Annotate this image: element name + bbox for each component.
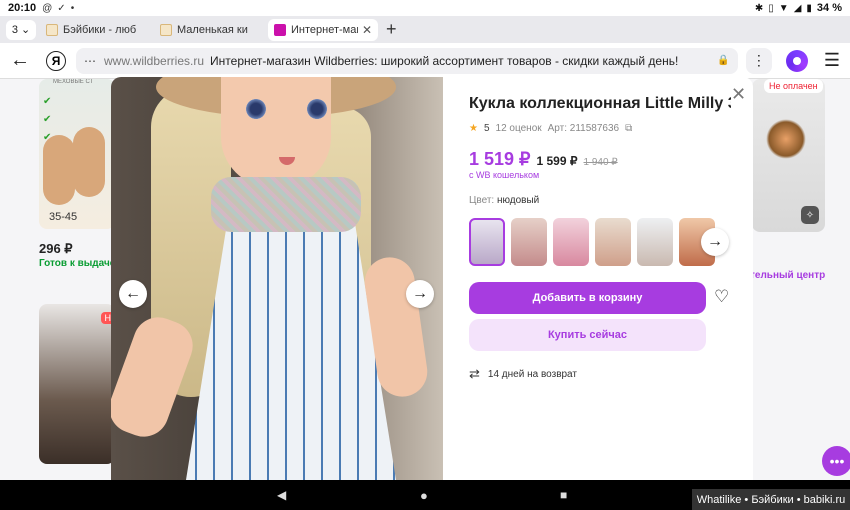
status-bar: 20:10 @ ✓ • ✱ ▯ ▼ ◢ ▮ 34 % — [0, 0, 850, 16]
buy-now-button[interactable]: Купить сейчас — [469, 319, 706, 351]
thumbnail-image[interactable] — [637, 218, 673, 266]
color-label: Цвет: — [469, 195, 495, 206]
insole-image — [73, 127, 105, 197]
lock-icon: 🔒 — [717, 55, 730, 66]
copy-icon[interactable]: ⧉ — [625, 123, 632, 134]
product-quick-view-modal: ← → ✕ Кукла коллекционная Little Milly 3… — [111, 77, 753, 480]
previous-photo-arrow-icon[interactable]: ← — [119, 280, 147, 308]
url-domain: www.wildberries.ru — [104, 53, 205, 68]
tab-count: 3 — [11, 23, 18, 36]
thumbnail-image[interactable] — [511, 218, 547, 266]
back-arrow-icon[interactable]: ← — [10, 49, 36, 72]
product-info: Кукла коллекционная Little Milly 3... ★ … — [469, 77, 749, 480]
thumbnail-image[interactable] — [553, 218, 589, 266]
babiki-favicon-icon — [160, 23, 172, 36]
card-status: Готов к выдаче — [39, 258, 116, 269]
address-bar: ← Я ⋯ www.wildberries.ru Интернет-магази… — [0, 43, 850, 79]
url-page-title: Интернет-магазин Wildberries: широкий ас… — [210, 53, 679, 68]
product-card-hairclip[interactable]: Н — [39, 304, 115, 464]
nav-back-icon[interactable]: ◀ — [277, 488, 286, 502]
size-range: 35-45 — [49, 211, 78, 223]
returns-text: 14 дней на возврат — [487, 368, 577, 380]
doll-face — [221, 77, 331, 187]
product-card-insoles[interactable]: МЕХОВЫЕ СТ ✔✔✔✔ 35-45 — [39, 79, 115, 229]
new-tab-icon[interactable]: + — [386, 19, 397, 40]
old-price: 1 940 ₽ — [583, 157, 618, 168]
price-row: 1 519 ₽ 1 599 ₽ 1 940 ₽ — [469, 149, 618, 170]
battery-percent: 34 % — [816, 2, 842, 14]
card-header-text: МЕХОВЫЕ СТ — [53, 79, 94, 85]
insole-image — [43, 135, 75, 205]
check-circle-icon: ✓ — [57, 2, 66, 14]
photo-thumbnails — [469, 217, 739, 267]
close-tab-icon[interactable]: ✕ — [362, 23, 372, 37]
more-menu-icon[interactable]: ⋮ — [745, 47, 772, 74]
tab-counter-button[interactable]: 3 ⌄ — [6, 19, 36, 40]
chevron-down-icon: ⌄ — [20, 24, 31, 36]
returns-info: ⇄ 14 дней на возврат — [469, 366, 577, 382]
yandex-icon[interactable]: Я — [46, 50, 66, 71]
next-thumbnails-arrow-icon[interactable]: → — [701, 228, 729, 256]
wildberries-favicon-icon — [274, 23, 286, 36]
pickup-point-link[interactable]: тельный центр — [750, 270, 825, 281]
chat-icon[interactable]: ••• — [822, 446, 850, 476]
favorite-heart-icon[interactable]: ♡ — [714, 287, 729, 307]
brooch-image — [766, 119, 806, 159]
dot-icon: • — [70, 2, 75, 14]
doll-eye — [307, 99, 327, 119]
product-title[interactable]: Кукла коллекционная Little Milly 3... — [469, 95, 731, 113]
vibrate-icon: ▯ — [768, 2, 774, 14]
signal-icon: ◢ — [793, 2, 802, 14]
tab-wildberries[interactable]: Интернет-маг ✕ — [268, 18, 378, 41]
rating-value: 5 — [483, 123, 490, 134]
doll-eye — [246, 99, 266, 119]
tab-babiki[interactable]: Бэйбики - люб — [40, 19, 150, 41]
tab-label: Интернет-маг — [291, 23, 358, 36]
tab-label: Бэйбики - люб — [63, 23, 137, 36]
tab-bar: 3 ⌄ Бэйбики - люб Маленькая ки Интернет-… — [0, 16, 850, 43]
product-photo: ← → — [111, 77, 443, 480]
star-icon: ★ — [469, 123, 478, 134]
card-price: 296 ₽ — [39, 241, 73, 256]
return-arrows-icon: ⇄ — [469, 366, 480, 381]
next-photo-arrow-icon[interactable]: → — [406, 280, 434, 308]
color-value: нюдовый — [496, 195, 540, 206]
wallet-price: 1 519 ₽ — [469, 149, 531, 169]
color-row: Цвет: нюдовый — [469, 195, 539, 206]
clock: 20:10 — [8, 2, 37, 14]
article-number: Арт: 211587636 — [547, 123, 620, 134]
rating-row: ★ 5 12 оценок Арт: 211587636 ⧉ — [469, 123, 632, 134]
site-menu-icon[interactable]: ⋯ — [84, 54, 96, 68]
doll-scarf — [211, 177, 361, 232]
screen: 20:10 @ ✓ • ✱ ▯ ▼ ◢ ▮ 34 % 3 ⌄ Бэйбики -… — [0, 0, 850, 510]
reviews-link[interactable]: 12 оценок — [496, 123, 542, 134]
tab-label: Маленькая ки — [177, 23, 248, 36]
at-icon: @ — [42, 2, 53, 14]
bluetooth-icon: ✱ — [754, 2, 764, 14]
nav-recents-icon[interactable]: ■ — [560, 488, 567, 502]
watermark: Whatilike • Бэйбики • babiki.ru — [692, 489, 850, 510]
wallet-note: с WB кошельком — [469, 170, 540, 180]
hamburger-menu-icon[interactable]: ☰ — [824, 50, 840, 71]
regular-price: 1 599 ₽ — [536, 154, 578, 168]
alice-assistant-icon[interactable] — [785, 49, 808, 72]
babiki-favicon-icon — [46, 23, 58, 36]
wifi-icon: ▼ — [778, 2, 789, 14]
battery-icon: ▮ — [806, 2, 812, 14]
tab-malenkaya[interactable]: Маленькая ки — [154, 19, 264, 41]
status-right: ✱ ▯ ▼ ◢ ▮ 34 % — [755, 2, 842, 14]
product-card-brooch[interactable]: Не оплачен ✧ — [752, 79, 825, 232]
similar-items-icon[interactable]: ✧ — [801, 206, 819, 224]
thumbnail-image[interactable] — [595, 218, 631, 266]
url-field[interactable]: ⋯ www.wildberries.ru Интернет-магазин Wi… — [76, 47, 738, 74]
nav-home-icon[interactable]: ● — [420, 488, 428, 503]
add-to-cart-button[interactable]: Добавить в корзину — [469, 282, 706, 314]
thumbnail-image[interactable] — [469, 218, 505, 266]
not-paid-badge: Не оплачен — [764, 79, 823, 93]
